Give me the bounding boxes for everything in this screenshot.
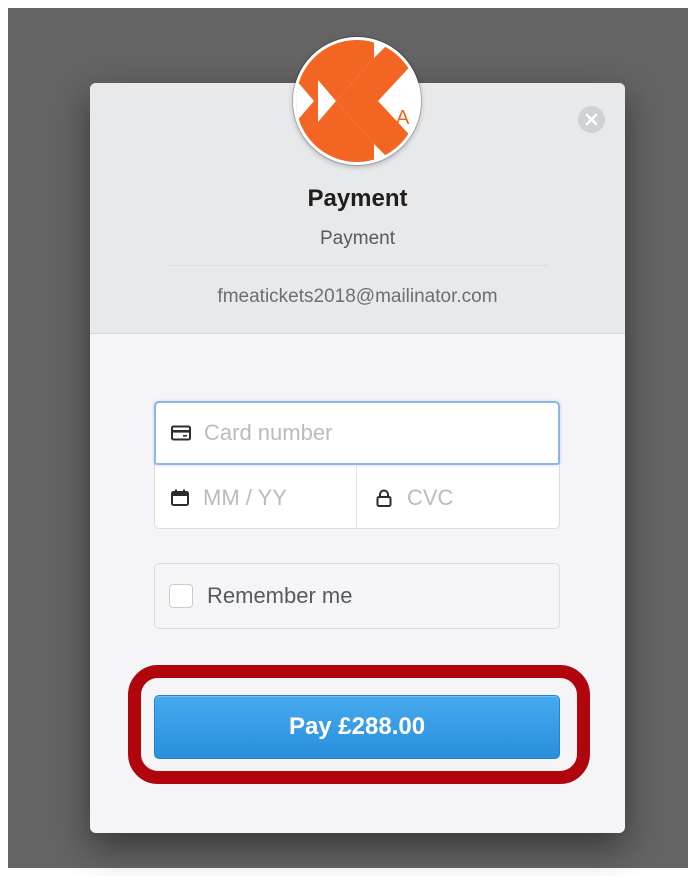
logo-letter: A: [396, 107, 410, 129]
cvc-placeholder: CVC: [407, 484, 454, 510]
close-icon: [585, 113, 598, 126]
card-number-input[interactable]: Card number: [154, 401, 560, 465]
modal-title: Payment: [307, 185, 408, 212]
pay-button[interactable]: Pay £288.00: [154, 695, 560, 759]
expiry-placeholder: MM / YY: [203, 484, 287, 510]
remember-me-toggle[interactable]: Remember me: [154, 563, 560, 629]
pay-button-label: Pay £288.00: [288, 713, 426, 740]
remember-me-checkbox[interactable]: [169, 584, 193, 608]
merchant-logo: A: [293, 37, 421, 165]
modal-subtitle: Payment: [320, 228, 395, 249]
customer-email: fmeatickets2018@mailinator.com: [217, 286, 498, 307]
close-button[interactable]: [578, 106, 605, 133]
credit-card-icon: [170, 422, 192, 444]
cvc-input[interactable]: CVC: [357, 466, 559, 529]
lock-icon: [373, 487, 395, 509]
header-divider: [168, 265, 548, 266]
expiry-input[interactable]: MM / YY: [155, 466, 357, 529]
calendar-icon: [169, 487, 191, 509]
card-number-placeholder: Card number: [204, 420, 333, 445]
logo-graphic: A: [296, 40, 418, 162]
remember-me-label: Remember me: [207, 583, 353, 608]
card-details-group: Card number MM / YY CVC: [154, 401, 560, 529]
